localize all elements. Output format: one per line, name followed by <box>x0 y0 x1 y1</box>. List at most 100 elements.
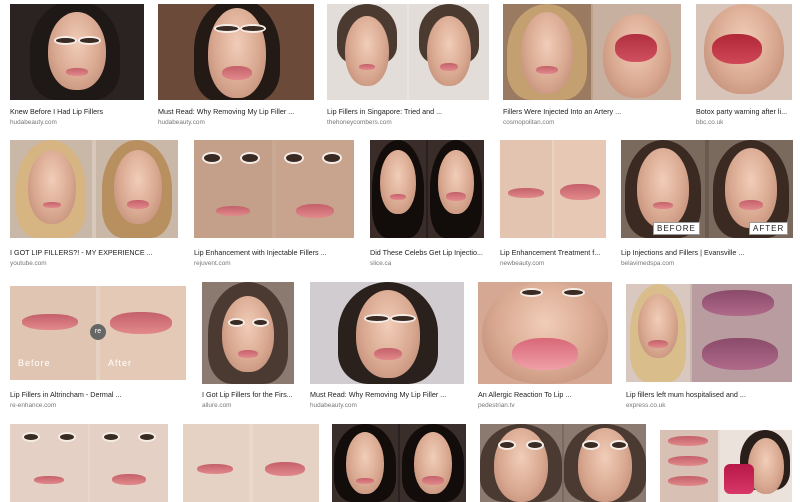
lip-shape <box>22 314 78 330</box>
eye-shape <box>56 38 75 43</box>
result-thumbnail[interactable] <box>10 424 168 502</box>
result-tile[interactable]: Knew Before I Had Lip Fillers hudabeauty… <box>10 4 144 128</box>
result-thumbnail[interactable] <box>626 284 792 382</box>
result-tile[interactable]: Did These Celebs Get Lip Injectio... sli… <box>370 140 484 272</box>
result-thumbnail[interactable] <box>478 282 612 384</box>
result-source[interactable]: bbc.co.uk <box>696 119 792 126</box>
result-thumbnail[interactable] <box>10 4 144 100</box>
result-thumbnail[interactable]: Before After re <box>10 286 186 380</box>
before-image <box>626 284 690 382</box>
brand-logo-badge: re <box>90 324 106 340</box>
result-thumbnail[interactable] <box>480 424 646 502</box>
before-image <box>332 424 398 502</box>
result-title[interactable]: Knew Before I Had Lip Fillers <box>10 107 144 116</box>
result-tile[interactable]: I GOT LIP FILLERS?! - MY EXPERIENCE ... … <box>10 140 178 272</box>
result-thumbnail[interactable] <box>696 4 792 100</box>
result-title[interactable]: Did These Celebs Get Lip Injectio... <box>370 248 484 257</box>
result-thumbnail[interactable] <box>202 282 294 384</box>
result-thumbnail[interactable] <box>310 282 464 384</box>
after-image <box>692 284 792 382</box>
result-thumbnail[interactable] <box>327 4 489 100</box>
result-thumbnail[interactable] <box>158 4 314 100</box>
result-thumbnail[interactable] <box>503 4 681 100</box>
result-tile[interactable]: Lip Enhancement with Injectable Fillers … <box>194 140 354 272</box>
result-tile[interactable] <box>480 424 646 502</box>
result-source[interactable]: hudabeauty.com <box>310 402 464 409</box>
result-tile[interactable]: Must Read: Why Removing My Lip Filler ..… <box>310 282 464 412</box>
result-title[interactable]: An Allergic Reaction To Lip ... <box>478 390 612 399</box>
result-source[interactable]: re-enhance.com <box>10 402 186 409</box>
before-image <box>480 424 562 502</box>
result-tile[interactable]: Lip Fillers in Singapore: Tried and ... … <box>327 4 489 128</box>
eye-shape <box>366 316 388 322</box>
lip-shape <box>127 200 149 209</box>
result-title[interactable]: I Got Lip Fillers for the Firs... <box>202 390 294 399</box>
result-tile[interactable]: Botox party warning after li... bbc.co.u… <box>696 4 792 128</box>
result-tile[interactable]: Fillers Were Injected Into an Artery ...… <box>503 4 681 128</box>
result-tile[interactable]: BEFORE AFTER Lip Injections and Fillers … <box>621 140 793 272</box>
result-thumbnail[interactable] <box>183 424 319 502</box>
before-image <box>500 140 552 238</box>
result-source[interactable]: express.co.uk <box>626 402 792 409</box>
lip-shape <box>560 184 600 200</box>
result-source[interactable]: hudabeauty.com <box>158 119 314 126</box>
eye-shape <box>324 154 340 162</box>
eye-shape <box>564 290 583 296</box>
before-image: BEFORE <box>621 140 705 238</box>
result-source[interactable]: pedestrian.tv <box>478 402 612 409</box>
result-tile[interactable] <box>332 424 466 502</box>
before-image <box>194 140 272 238</box>
lip-shape <box>356 478 374 484</box>
result-source[interactable]: rejuvent.com <box>194 260 354 267</box>
lip-shape <box>648 340 668 348</box>
result-tile[interactable]: Must Read: Why Removing My Lip Filler ..… <box>158 4 314 128</box>
eye-shape <box>528 442 542 448</box>
result-source[interactable]: cosmopolitan.com <box>503 119 681 126</box>
result-tile[interactable] <box>183 424 319 502</box>
result-tile[interactable] <box>660 430 792 502</box>
result-title[interactable]: Lip Injections and Fillers | Evansville … <box>621 248 793 257</box>
result-title[interactable]: Must Read: Why Removing My Lip Filler ..… <box>310 390 464 399</box>
face-shape <box>638 294 678 358</box>
result-source[interactable]: youtube.com <box>10 260 178 267</box>
lip-shape <box>296 204 334 218</box>
result-source[interactable]: allure.com <box>202 402 294 409</box>
result-thumbnail[interactable] <box>660 430 792 502</box>
result-tile[interactable]: Before After re Lip Fillers in Altrincha… <box>10 286 186 412</box>
result-title[interactable]: Fillers Were Injected Into an Artery ... <box>503 107 681 116</box>
lip-shape <box>440 63 458 71</box>
lip-shape <box>668 476 708 486</box>
result-tile[interactable]: Lip fillers left mum hospitalised and ..… <box>626 284 792 412</box>
result-thumbnail[interactable] <box>194 140 354 238</box>
result-title[interactable]: Botox party warning after li... <box>696 107 792 116</box>
result-title[interactable]: Lip Enhancement with Injectable Fillers … <box>194 248 354 257</box>
result-title[interactable]: I GOT LIP FILLERS?! - MY EXPERIENCE ... <box>10 248 178 257</box>
lip-shape <box>222 66 252 80</box>
result-source[interactable]: hudabeauty.com <box>10 119 144 126</box>
result-thumbnail[interactable] <box>500 140 606 238</box>
eye-shape <box>80 38 99 43</box>
result-tile[interactable]: I Got Lip Fillers for the Firs... allure… <box>202 282 294 412</box>
result-thumbnail[interactable] <box>332 424 466 502</box>
lip-shape <box>359 64 375 70</box>
result-source[interactable]: slice.ca <box>370 260 484 267</box>
result-title[interactable]: Lip fillers left mum hospitalised and ..… <box>626 390 792 399</box>
lip-shape <box>512 338 578 370</box>
lip-shape <box>34 476 64 484</box>
result-thumbnail[interactable]: BEFORE AFTER <box>621 140 793 238</box>
eye-shape <box>242 154 258 162</box>
result-title[interactable]: Lip Fillers in Altrincham - Dermal ... <box>10 390 186 399</box>
result-tile[interactable] <box>10 424 168 502</box>
result-title[interactable]: Must Read: Why Removing My Lip Filler ..… <box>158 107 314 116</box>
result-source[interactable]: thehoneycombers.com <box>327 119 489 126</box>
result-tile[interactable]: An Allergic Reaction To Lip ... pedestri… <box>478 282 612 412</box>
result-title[interactable]: Lip Enhancement Treatment f... <box>500 248 606 257</box>
result-source[interactable]: belavimedspa.com <box>621 260 793 267</box>
result-source[interactable]: newbeauty.com <box>500 260 606 267</box>
result-tile[interactable]: Lip Enhancement Treatment f... newbeauty… <box>500 140 606 272</box>
result-thumbnail[interactable] <box>10 140 178 238</box>
result-title[interactable]: Lip Fillers in Singapore: Tried and ... <box>327 107 489 116</box>
eye-shape <box>584 442 598 448</box>
result-thumbnail[interactable] <box>370 140 484 238</box>
eye-shape <box>286 154 302 162</box>
